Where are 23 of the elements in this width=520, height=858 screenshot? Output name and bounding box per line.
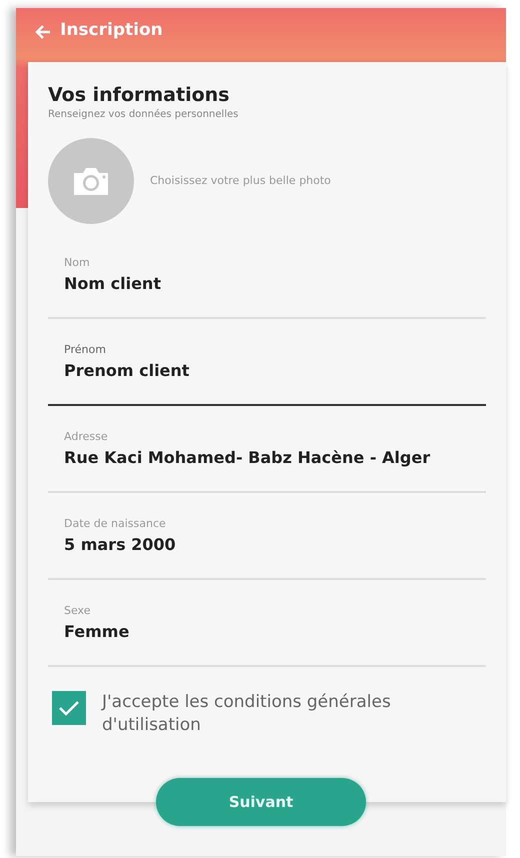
text-field[interactable]: Prénom Prenom client	[48, 318, 486, 406]
field-value: Femme	[64, 620, 130, 643]
back-arrow-icon[interactable]	[34, 23, 52, 41]
check-icon	[57, 698, 81, 717]
terms-checkbox[interactable]	[52, 690, 86, 725]
terms-label: J'accepte les conditions générales d'utilisation	[102, 690, 392, 737]
field-value: 5 mars 2000	[64, 534, 177, 556]
photo-hint: Choisissez votre plus belle photo	[150, 172, 331, 189]
field-label: Nom	[64, 255, 91, 272]
field-label: Adresse	[64, 429, 109, 446]
screen-title: Inscription	[60, 19, 163, 42]
field-value: Prenom client	[64, 360, 190, 382]
field-value: Nom client	[64, 272, 162, 295]
field-value: Rue Kaci Mohamed- Babz Hacène - Alger	[64, 446, 432, 469]
text-field[interactable]: Sexe Femme	[48, 580, 486, 667]
text-field[interactable]: Adresse Rue Kaci Mohamed- Babz Hacène - Alger	[48, 406, 486, 493]
field-label: Date de naissance	[64, 516, 167, 532]
field-label: Prénom	[64, 342, 107, 358]
section-title: Vos informations	[48, 84, 230, 107]
text-field[interactable]: Date de naissance 5 mars 2000	[48, 492, 486, 580]
text-field[interactable]: Nom Nom client	[48, 232, 486, 319]
section-subtitle: Renseignez vos données personnelles	[48, 108, 240, 122]
field-label: Sexe	[64, 603, 92, 620]
